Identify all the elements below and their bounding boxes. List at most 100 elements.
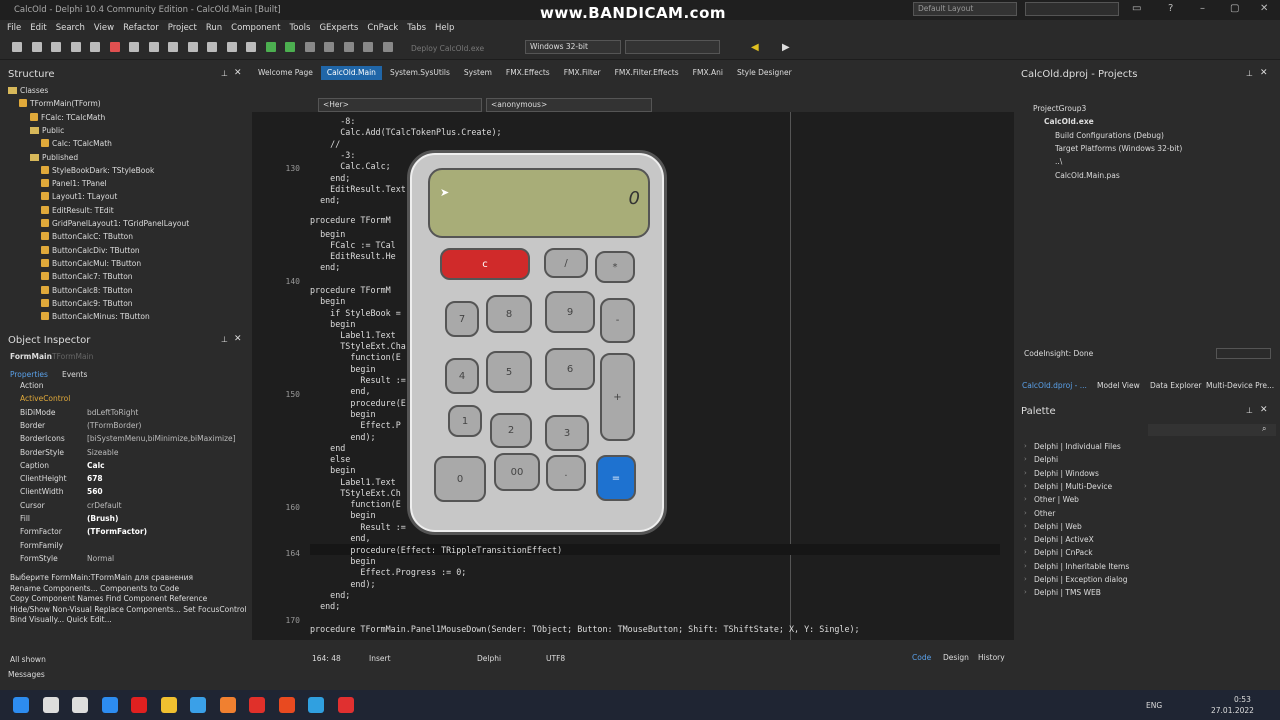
structure-item[interactable]: Published	[30, 153, 78, 162]
deploy-label[interactable]: Deploy CalcOld.exe	[411, 44, 484, 53]
toolbar-icon[interactable]	[324, 42, 334, 52]
expand-arrow-icon[interactable]: ›	[1024, 522, 1027, 530]
property-row[interactable]: FormFamily	[0, 541, 248, 554]
code-view-tab[interactable]: Code	[912, 653, 931, 662]
history-view-tab[interactable]: History	[978, 653, 1005, 662]
calc-key[interactable]: =	[596, 455, 636, 501]
calc-key[interactable]: 2	[490, 413, 532, 448]
project-item[interactable]: ProjectGroup3	[1033, 104, 1086, 113]
structure-item[interactable]: Public	[30, 126, 64, 135]
scope-right-combo[interactable]: <anonymous>	[486, 98, 652, 112]
palette-category[interactable]: Delphi | Multi-Device	[1034, 482, 1112, 491]
taskbar-app-icon[interactable]	[337, 697, 354, 713]
forward-icon[interactable]: ▶	[782, 42, 790, 53]
structure-item[interactable]: Panel1: TPanel	[41, 179, 107, 188]
tab-calcold-main[interactable]: CalcOld.Main	[320, 66, 382, 80]
structure-item[interactable]: ButtonCalcMinus: TButton	[41, 312, 150, 321]
property-row[interactable]: Caption Calc	[0, 461, 248, 474]
toolbar-icon[interactable]	[31, 42, 42, 52]
tab-style-designer[interactable]: Style Designer	[731, 66, 798, 80]
messages-label[interactable]: Messages	[8, 670, 45, 679]
property-value[interactable]: bdLeftToRight	[87, 408, 138, 417]
clock-date[interactable]: 27.01.2022	[1211, 706, 1254, 715]
ide-search-input[interactable]	[1025, 2, 1119, 16]
property-row[interactable]: BorderStyle Sizeable	[0, 448, 248, 461]
project-item[interactable]: CalcOld.Main.pas	[1055, 171, 1120, 180]
taskbar-app-icon[interactable]	[308, 697, 324, 713]
structure-item[interactable]: ButtonCalc8: TButton	[41, 285, 133, 295]
palette-category[interactable]: Other	[1034, 509, 1055, 518]
menu-tabs[interactable]: Tabs	[407, 23, 426, 33]
taskbar-app-icon[interactable]	[278, 697, 295, 713]
tab-events[interactable]: Events	[62, 370, 87, 379]
toolbar-icon[interactable]	[12, 42, 22, 52]
project-item[interactable]: ..\	[1055, 157, 1062, 166]
toolbar-icon[interactable]	[304, 42, 315, 52]
tab-fmx-filter[interactable]: FMX.Filter	[558, 66, 607, 80]
property-row[interactable]: Fill (Brush)	[0, 514, 248, 527]
toolbar-icon[interactable]	[246, 42, 256, 52]
taskbar-app-icon[interactable]	[219, 697, 236, 713]
expand-arrow-icon[interactable]: ›	[1024, 509, 1027, 517]
palette-category[interactable]: Delphi | CnPack	[1034, 548, 1093, 557]
projects-tab[interactable]: Model View	[1097, 381, 1140, 390]
palette-category[interactable]: Delphi | Individual Files	[1034, 442, 1121, 451]
toolbar-icon[interactable]	[90, 42, 100, 52]
taskbar-app-icon[interactable]	[249, 697, 265, 713]
tab-properties[interactable]: Properties	[10, 370, 48, 379]
platform-combo[interactable]: Windows 32-bit	[525, 40, 621, 54]
palette-category[interactable]: Delphi | ActiveX	[1034, 535, 1094, 544]
tab-welcome-page[interactable]: Welcome Page	[252, 66, 319, 80]
inspector-object[interactable]: FormMain	[10, 352, 52, 361]
property-value[interactable]: (TFormFactor)	[87, 527, 147, 536]
palette-search-input[interactable]	[1148, 424, 1276, 436]
toolbar-icon[interactable]	[168, 42, 178, 52]
close-panel-icon[interactable]: ✕	[234, 68, 242, 78]
toolbar-icon[interactable]	[285, 42, 295, 52]
property-row[interactable]: ClientHeight 678	[0, 474, 248, 487]
menu-run[interactable]: Run	[206, 23, 222, 33]
calc-key[interactable]: 7	[445, 301, 479, 337]
expand-arrow-icon[interactable]: ›	[1024, 548, 1027, 556]
expand-arrow-icon[interactable]: ›	[1024, 575, 1027, 583]
structure-item[interactable]: ButtonCalcMul: TButton	[41, 258, 141, 268]
taskbar-app-icon[interactable]	[13, 697, 29, 713]
calculator-window[interactable]: 0 c / * 7 8 9-4 5 6 +1 2 3 0 00. =	[407, 150, 667, 535]
property-row[interactable]: FormStyle Normal	[0, 554, 248, 567]
expand-arrow-icon[interactable]: ›	[1024, 588, 1027, 596]
menu-project[interactable]: Project	[168, 23, 197, 33]
expand-arrow-icon[interactable]: ›	[1024, 455, 1027, 463]
property-value[interactable]: 560	[87, 487, 103, 496]
toolbar-icon[interactable]	[70, 42, 81, 52]
structure-item[interactable]: Classes	[8, 86, 48, 95]
insert-mode[interactable]: Insert	[369, 654, 391, 663]
taskbar-app-icon[interactable]	[160, 697, 177, 713]
structure-item[interactable]: FCalc: TCalcMath	[30, 112, 105, 122]
tab-fmx-effects[interactable]: FMX.Effects	[500, 66, 556, 80]
structure-item[interactable]: ButtonCalc7: TButton	[41, 272, 133, 281]
back-icon[interactable]: ◀	[751, 42, 759, 53]
calc-key[interactable]: .	[546, 455, 586, 491]
property-row[interactable]: BiDiMode bdLeftToRight	[0, 408, 248, 421]
calc-key[interactable]: 8	[486, 295, 532, 333]
palette-category[interactable]: Delphi	[1034, 455, 1058, 464]
taskbar-app-icon[interactable]	[131, 697, 147, 713]
calc-key[interactable]: 6	[545, 348, 595, 390]
calc-key[interactable]: +	[600, 353, 635, 441]
toolbar-icon[interactable]	[129, 42, 139, 52]
palette-category[interactable]: Delphi | Web	[1034, 522, 1082, 531]
property-row[interactable]: ActiveControl	[0, 394, 248, 407]
maximize-icon[interactable]: ▢	[1230, 3, 1239, 14]
toolbar-icon[interactable]	[226, 42, 237, 52]
close-panel-icon[interactable]: ✕	[1260, 405, 1268, 415]
toolbar-icon[interactable]	[207, 42, 217, 52]
menu-cnpack[interactable]: CnPack	[367, 23, 398, 33]
property-row[interactable]: Cursor crDefault	[0, 501, 248, 514]
structure-item[interactable]: TFormMain(TForm)	[19, 99, 101, 108]
expand-arrow-icon[interactable]: ›	[1024, 482, 1027, 490]
pin-icon[interactable]: ⊥	[1246, 69, 1253, 78]
toolbar-icon[interactable]	[382, 42, 393, 52]
property-value[interactable]: Sizeable	[87, 448, 118, 457]
structure-item[interactable]: GridPanelLayout1: TGridPanelLayout	[41, 219, 189, 228]
expand-arrow-icon[interactable]: ›	[1024, 495, 1027, 503]
